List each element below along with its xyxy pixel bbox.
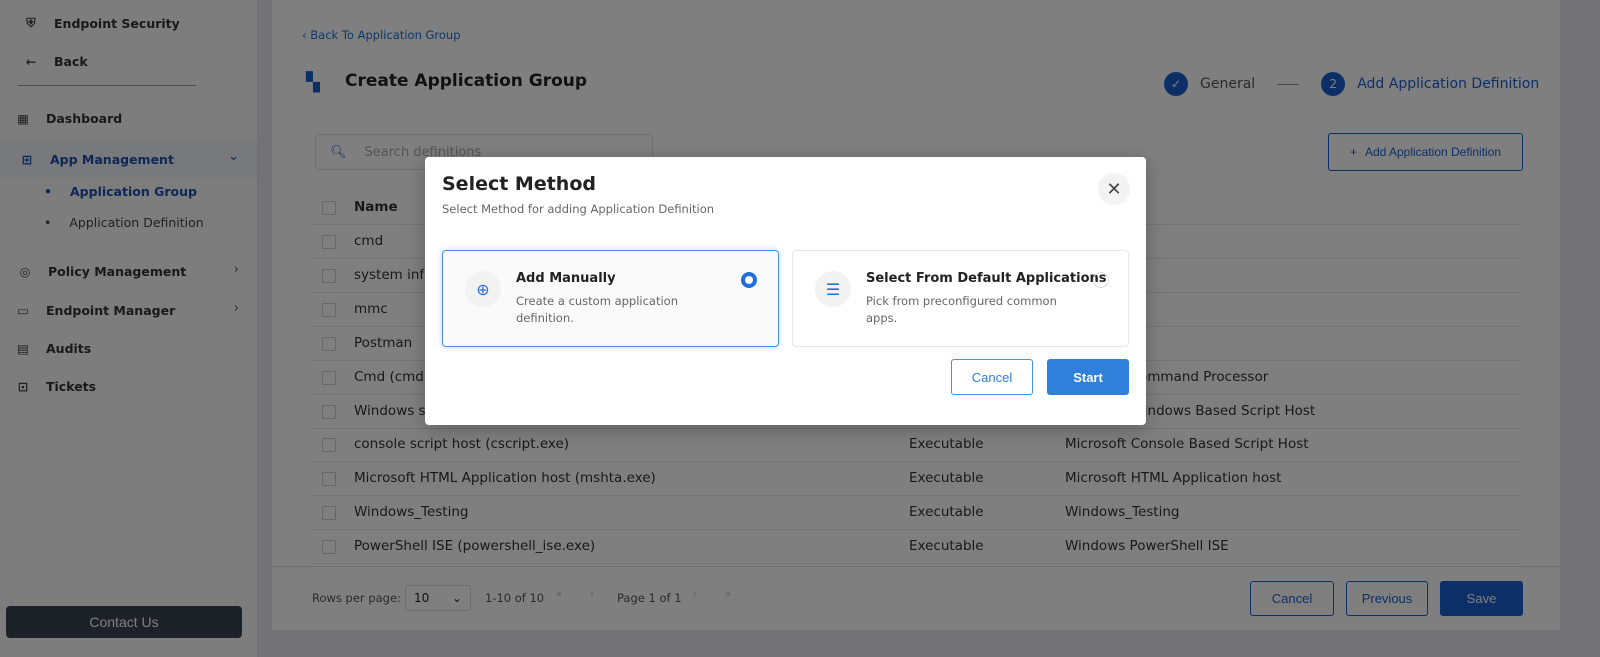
- list-icon: ☰: [815, 271, 851, 307]
- option-description: Create a custom application definition.: [516, 294, 679, 325]
- option-title: Select From Default Applications: [866, 271, 1107, 286]
- close-icon: ✕: [1106, 178, 1122, 199]
- radio-select-default[interactable]: [1093, 272, 1109, 288]
- option-title: Add Manually: [516, 271, 616, 286]
- option-add-manually[interactable]: ⊕ Add Manually Create a custom applicati…: [442, 250, 779, 347]
- close-button[interactable]: ✕: [1098, 173, 1130, 205]
- select-method-modal: Select Method Select Method for adding A…: [425, 157, 1146, 425]
- plus-circle-icon: ⊕: [465, 271, 501, 307]
- modal-cancel-button[interactable]: Cancel: [951, 359, 1033, 395]
- modal-subtitle: Select Method for adding Application Def…: [442, 202, 715, 216]
- option-description: Pick from preconfigured common apps.: [866, 294, 1057, 325]
- modal-title: Select Method: [442, 173, 596, 195]
- start-button[interactable]: Start: [1047, 359, 1129, 395]
- option-select-default[interactable]: ☰ Select From Default Applications Pick …: [792, 250, 1129, 347]
- radio-add-manually[interactable]: [741, 272, 757, 288]
